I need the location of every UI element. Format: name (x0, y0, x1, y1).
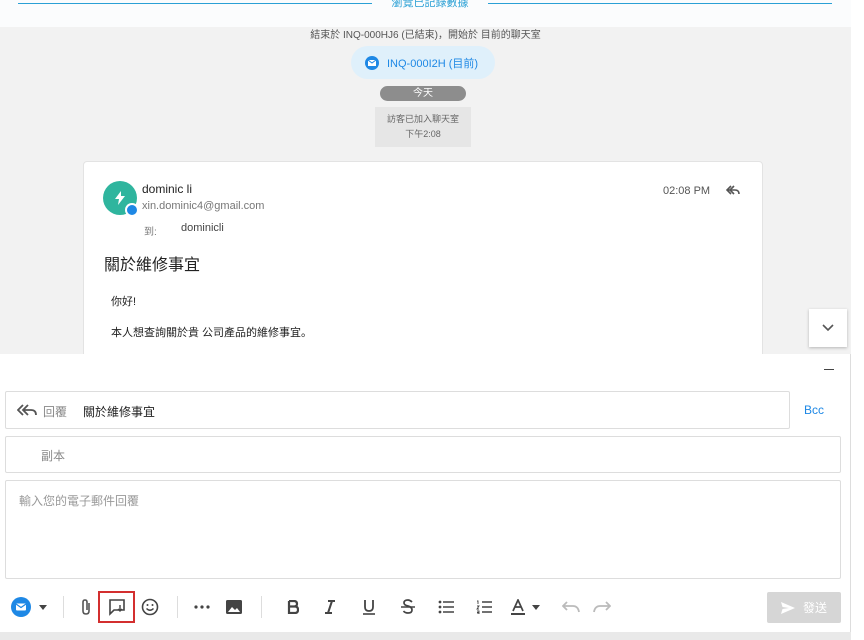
bottom-strip (0, 632, 851, 640)
chat-history-panel: 瀏覽已記錄數據 結束於 INQ-000HJ6 (已結束)，開始於 目前的聊天室 … (0, 0, 851, 354)
mail-icon (365, 55, 379, 70)
strikethrough-icon[interactable] (396, 595, 420, 619)
system-message: 訪客已加入聊天室 下午2:08 (375, 107, 471, 147)
send-label: 發送 (802, 601, 827, 615)
emoji-icon[interactable] (138, 595, 162, 619)
composer-toolbar: 發送 (0, 588, 851, 628)
reply-composer: 回覆 關於維修事宜 Bcc 副本 輸入您的電子郵件回覆 發送 (0, 354, 851, 640)
system-message-text: 訪客已加入聊天室 (386, 114, 459, 124)
attachment-icon[interactable] (74, 595, 98, 619)
reply-label: 回覆 (43, 405, 68, 419)
previous-conversation-note: 結束於 INQ-000HJ6 (已結束)，開始於 目前的聊天室 (310, 30, 541, 41)
italic-icon[interactable] (318, 595, 342, 619)
mail-icon[interactable] (9, 595, 33, 619)
chevron-down-icon[interactable] (527, 595, 545, 619)
history-banner: 瀏覽已記錄數據 (0, 0, 851, 27)
cc-field[interactable]: 副本 (5, 436, 841, 473)
email-channel-badge (125, 203, 139, 217)
to-value: dominicli (181, 222, 224, 234)
minimize-button[interactable] (824, 369, 834, 370)
banner-line-right (488, 3, 832, 4)
avatar (103, 181, 139, 217)
image-icon[interactable] (222, 595, 246, 619)
bcc-button[interactable]: Bcc (804, 403, 824, 417)
view-history-link[interactable]: 瀏覽已記錄數據 (380, 0, 480, 10)
reply-body-placeholder: 輸入您的電子郵件回覆 (19, 494, 140, 508)
conversation-chip[interactable]: INQ-000I2H (目前) (351, 46, 495, 79)
email-body-line: 你好! (111, 296, 137, 308)
chevron-down-icon (822, 324, 834, 332)
scroll-down-button[interactable] (809, 309, 847, 347)
reply-all-icon (16, 403, 37, 420)
bullet-list-icon[interactable] (434, 595, 458, 619)
to-label: 到: (144, 227, 157, 238)
reply-subject-field[interactable]: 回覆 關於維修事宜 (5, 391, 790, 429)
reply-subject: 關於維修事宜 (83, 405, 156, 419)
conversation-chip-label: INQ-000I2H (目前) (387, 57, 479, 70)
send-icon (780, 601, 795, 614)
sender-email: xin.dominic4@gmail.com (142, 200, 265, 212)
reply-icon[interactable] (725, 184, 740, 199)
sender-name: dominic li (142, 182, 193, 196)
chevron-down-icon[interactable] (34, 595, 52, 619)
date-divider: 今天 (380, 86, 466, 101)
email-subject: 關於維修事宜 (104, 257, 201, 274)
undo-icon[interactable] (559, 595, 583, 619)
lightning-icon (115, 191, 125, 205)
system-message-time: 下午2:08 (405, 129, 441, 139)
reply-body-input[interactable]: 輸入您的電子郵件回覆 (5, 480, 841, 579)
underline-icon[interactable] (357, 595, 381, 619)
cc-placeholder: 副本 (41, 449, 66, 463)
more-icon[interactable] (190, 595, 214, 619)
message-time: 02:08 PM (663, 185, 711, 197)
email-body-line: 本人想查詢關於貴 公司產品的維修事宜。 (111, 327, 313, 339)
canned-response-icon[interactable] (105, 595, 129, 619)
banner-line-left (18, 3, 372, 4)
bold-icon[interactable] (281, 595, 305, 619)
redo-icon[interactable] (590, 595, 614, 619)
email-message-card: dominic li xin.dominic4@gmail.com 到: dom… (83, 161, 763, 354)
numbered-list-icon[interactable] (472, 595, 496, 619)
send-button[interactable]: 發送 (767, 592, 841, 623)
